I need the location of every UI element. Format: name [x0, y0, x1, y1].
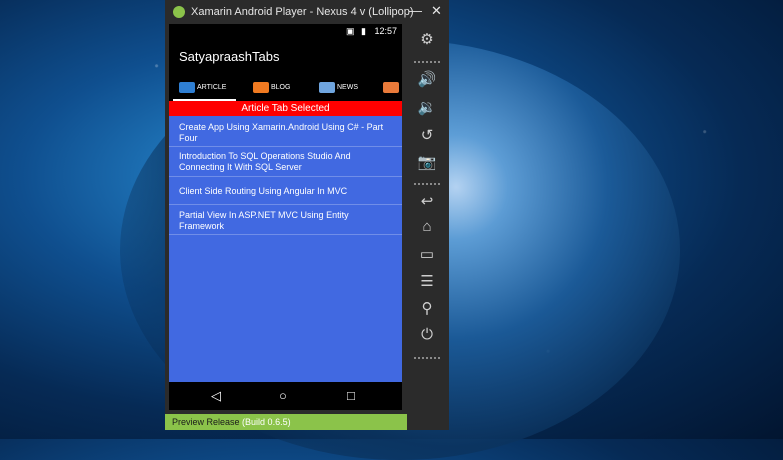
list-divider	[169, 204, 402, 205]
news-icon	[319, 81, 335, 93]
list-item[interactable]: Partial View In ASP.NET MVC Using Entity…	[179, 210, 384, 232]
power-icon[interactable]: ⏻	[416, 326, 438, 343]
status-icons: ▣ ▮	[346, 26, 368, 36]
minimize-button[interactable]: —	[409, 3, 422, 18]
phone-screen: ▣ ▮ 12:57 SatyapraashTabs ARTICLE BLOG N…	[169, 24, 402, 410]
status-time: 12:57	[374, 26, 397, 36]
list-divider	[169, 176, 402, 177]
list-divider	[169, 146, 402, 147]
volume-up-icon[interactable]: 🔊	[416, 70, 438, 88]
article-icon	[179, 81, 195, 93]
footer-label: Preview Release	[172, 417, 240, 427]
rotate-icon[interactable]: ↺	[416, 126, 438, 144]
sidebar-divider	[414, 183, 440, 185]
sidebar-divider	[414, 61, 440, 63]
tab-blog-label: BLOG	[271, 83, 291, 91]
blog-icon	[253, 81, 269, 93]
preview-release-footer: Preview Release (Build 0.6.5)	[165, 414, 407, 430]
nav-back-button[interactable]: ◁	[211, 388, 221, 404]
list-divider	[169, 234, 402, 235]
back-icon[interactable]: ↩	[416, 192, 438, 210]
search-icon[interactable]: ⚲	[416, 299, 438, 317]
emulator-sidebar: ⚙ 🔊 🔉 ↺ 📷 ↩ ⌂ ▭ ☰ ⚲ ⏻	[406, 24, 449, 410]
android-player-window: Xamarin Android Player - Nexus 4 v (Loll…	[165, 0, 449, 430]
list-item[interactable]: Create App Using Xamarin.Android Using C…	[179, 122, 384, 144]
app-bar: SatyapraashTabs	[169, 38, 402, 74]
tab-news[interactable]: NEWS	[319, 80, 358, 94]
list-item[interactable]: Introduction To SQL Operations Studio An…	[179, 151, 384, 173]
app-title: SatyapraashTabs	[179, 49, 280, 64]
selected-tab-banner: Article Tab Selected	[169, 101, 402, 116]
status-bar: ▣ ▮ 12:57	[169, 24, 402, 38]
volume-down-icon[interactable]: 🔉	[416, 98, 438, 116]
sidebar-divider	[414, 357, 440, 359]
settings-icon[interactable]: ⚙	[416, 30, 438, 48]
tab-news-label: NEWS	[337, 83, 358, 91]
footer-version: (Build 0.6.5)	[242, 417, 291, 427]
camera-icon[interactable]: 📷	[416, 153, 438, 171]
tab-article[interactable]: ARTICLE	[172, 80, 237, 101]
misc-icon	[383, 81, 399, 93]
xamarin-logo-icon	[173, 6, 185, 18]
article-list: Create App Using Xamarin.Android Using C…	[169, 116, 402, 382]
menu-icon[interactable]: ☰	[416, 272, 438, 290]
recents-icon[interactable]: ▭	[416, 245, 438, 263]
android-nav-bar: ◁ ○ □	[169, 382, 402, 410]
nav-home-button[interactable]: ○	[279, 388, 287, 403]
tab-more[interactable]	[383, 80, 399, 94]
window-titlebar: Xamarin Android Player - Nexus 4 v (Loll…	[165, 0, 449, 24]
list-item[interactable]: Client Side Routing Using Angular In MVC	[179, 186, 384, 197]
tab-bar: ARTICLE BLOG NEWS	[169, 74, 402, 101]
home-icon[interactable]: ⌂	[416, 218, 438, 235]
nav-recents-button[interactable]: □	[347, 388, 355, 403]
window-title: Xamarin Android Player - Nexus 4 v (Loll…	[191, 6, 414, 18]
tab-article-label: ARTICLE	[197, 83, 227, 91]
close-button[interactable]: ✕	[431, 3, 442, 19]
tab-blog[interactable]: BLOG	[253, 80, 290, 94]
